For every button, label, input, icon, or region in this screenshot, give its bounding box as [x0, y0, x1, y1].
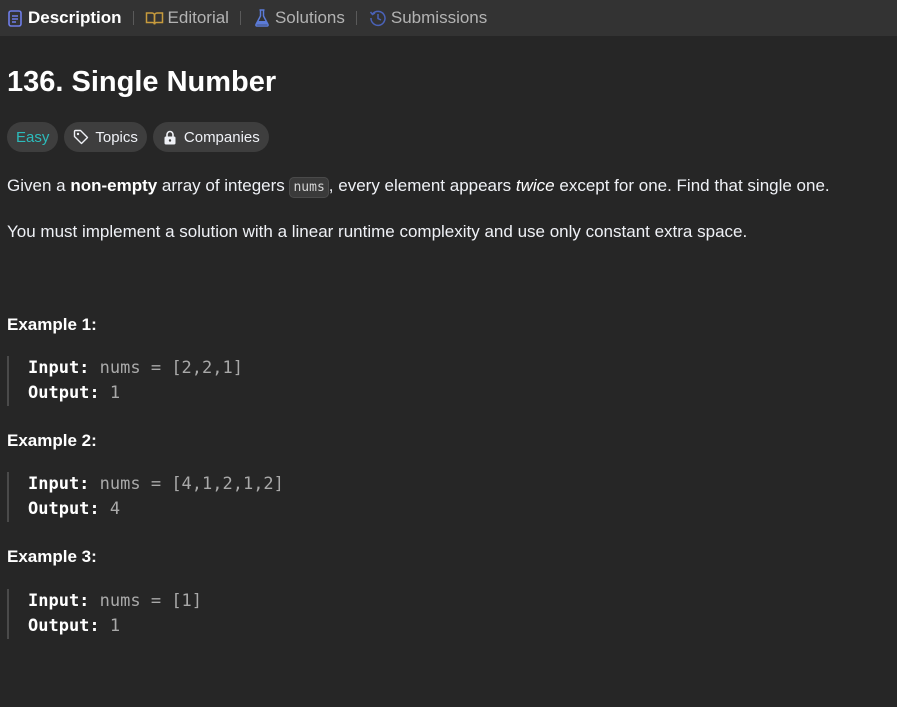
input-label: Input: [28, 474, 90, 494]
example-input-line: Input: nums = [2,2,1] [28, 356, 243, 381]
example-output-line: Output: 1 [28, 614, 202, 639]
tab-editorial-label: Editorial [167, 8, 229, 27]
output-value: 4 [109, 499, 121, 519]
tab-submissions[interactable]: Submissions [368, 0, 487, 36]
desc-bold: non-empty [70, 176, 158, 195]
constraint-paragraph: You must implement a solution with a lin… [7, 222, 748, 241]
desc-text: array of integers [157, 176, 290, 195]
input-value: nums = [4,1,2,1,2] [99, 474, 284, 494]
tab-divider [355, 11, 357, 25]
tab-editorial[interactable]: Editorial [145, 0, 229, 36]
example-input-line: Input: nums = [1] [28, 589, 202, 614]
tab-solutions[interactable]: Solutions [252, 0, 345, 36]
example-output-line: Output: 4 [28, 497, 284, 522]
tab-divider [132, 11, 134, 25]
history-icon [368, 8, 388, 28]
flask-icon [252, 8, 272, 28]
document-icon [5, 8, 25, 28]
input-value: nums = [2,2,1] [99, 358, 243, 378]
example-output-line: Output: 1 [28, 381, 243, 406]
tab-description-label: Description [28, 8, 122, 27]
example-input-line: Input: nums = [4,1,2,1,2] [28, 472, 284, 497]
example-title: Example 1: [7, 315, 97, 334]
input-label: Input: [28, 591, 90, 611]
tab-solutions-label: Solutions [274, 8, 345, 27]
tag-row: Easy Topics Companies [7, 122, 269, 152]
description-paragraph: Given a non-empty array of integers nums… [7, 176, 830, 198]
tab-bar: Description Editorial Solutions Submissi… [0, 0, 897, 36]
output-value: 1 [109, 383, 121, 403]
input-label: Input: [28, 358, 90, 378]
example-title: Example 2: [7, 431, 97, 450]
tab-description[interactable]: Description [5, 0, 122, 36]
topics-button[interactable]: Topics [64, 122, 147, 152]
inline-code: nums [289, 177, 329, 198]
difficulty-badge: Easy [7, 122, 59, 152]
input-value: nums = [1] [99, 591, 203, 611]
tab-submissions-label: Submissions [390, 8, 488, 27]
problem-title: 136. Single Number [7, 66, 277, 98]
desc-text: except for one. Find that single one. [554, 176, 830, 195]
desc-italic: twice [515, 176, 555, 195]
companies-button[interactable]: Companies [152, 122, 269, 152]
tag-icon [73, 129, 89, 145]
example-block: Input: nums = [1] Output: 1 [7, 589, 202, 639]
output-value: 1 [109, 616, 121, 636]
book-icon [145, 8, 165, 28]
example-block: Input: nums = [2,2,1] Output: 1 [7, 356, 243, 406]
desc-text: , every element appears [328, 176, 516, 195]
tab-divider [239, 11, 241, 25]
companies-label: Companies [183, 128, 260, 146]
output-label: Output: [28, 383, 100, 403]
desc-text: Given a [7, 176, 71, 195]
output-label: Output: [28, 499, 100, 519]
topics-label: Topics [95, 128, 138, 146]
example-title: Example 3: [7, 547, 97, 566]
lock-icon [162, 129, 178, 145]
example-block: Input: nums = [4,1,2,1,2] Output: 4 [7, 472, 284, 522]
output-label: Output: [28, 616, 100, 636]
